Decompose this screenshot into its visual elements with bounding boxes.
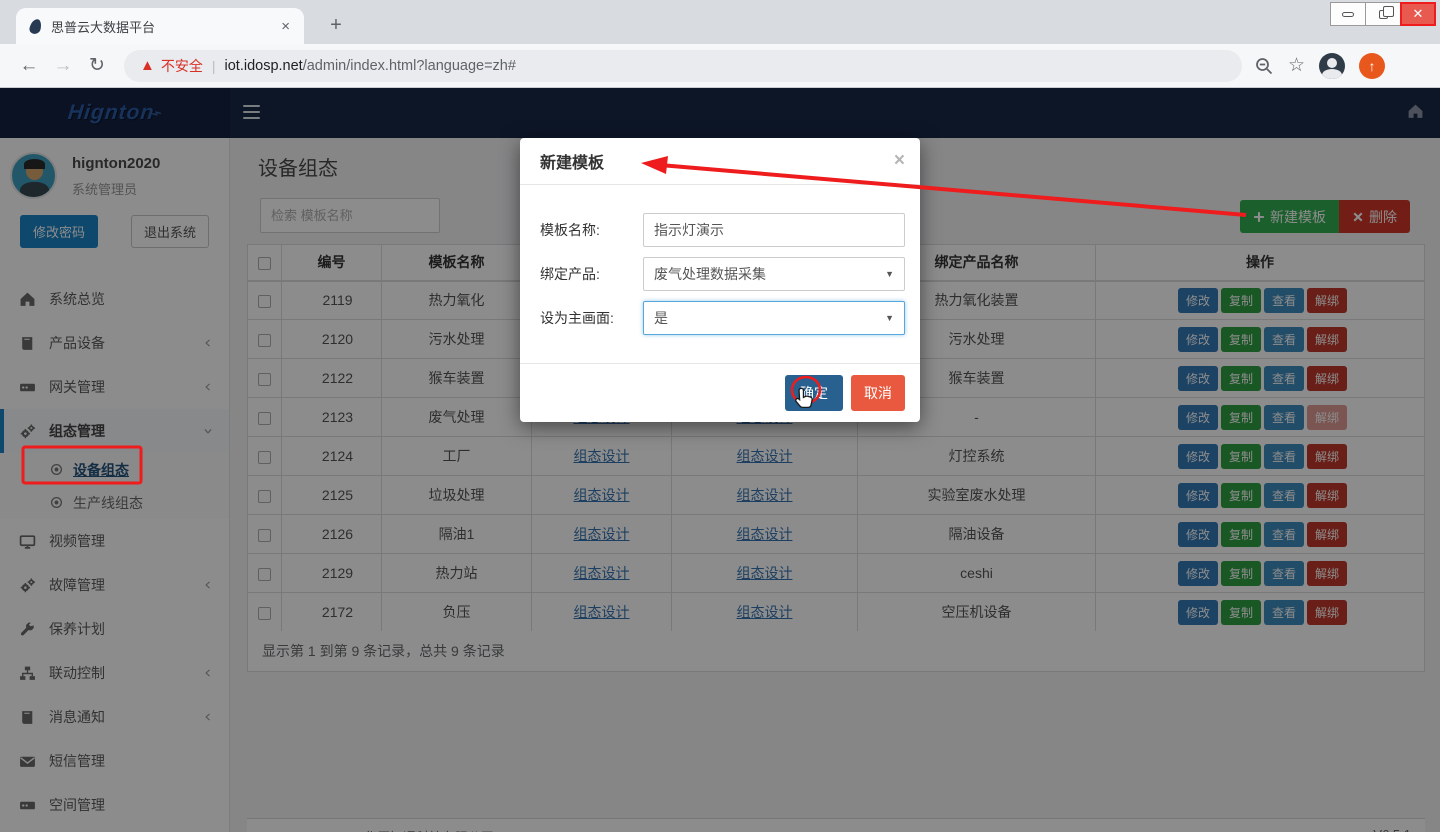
url-path: /admin/index.html?language=zh# bbox=[303, 58, 516, 74]
close-window-button[interactable]: ✕ bbox=[1400, 2, 1436, 26]
main-screen-select[interactable]: 是 ▼ bbox=[643, 301, 905, 335]
browser-profile-icon[interactable] bbox=[1319, 53, 1345, 79]
template-name-input[interactable] bbox=[643, 213, 905, 247]
template-name-label: 模板名称: bbox=[540, 220, 643, 240]
restore-icon bbox=[1379, 10, 1388, 19]
window-controls: ✕ bbox=[1331, 2, 1436, 26]
modal-close-icon[interactable]: × bbox=[894, 150, 905, 172]
reload-button[interactable]: ↻ bbox=[80, 54, 114, 77]
cancel-button[interactable]: 取消 bbox=[851, 375, 905, 411]
tab-close-icon[interactable]: × bbox=[277, 18, 294, 35]
main-screen-label: 设为主画面: bbox=[540, 308, 643, 328]
bind-product-select[interactable]: 废气处理数据采集 ▼ bbox=[643, 257, 905, 291]
new-tab-button[interactable]: + bbox=[322, 12, 350, 40]
restore-button[interactable] bbox=[1365, 2, 1401, 26]
not-secure-icon: ▲ bbox=[140, 57, 155, 74]
bookmark-star-icon[interactable]: ☆ bbox=[1288, 54, 1305, 77]
tab-title: 思普云大数据平台 bbox=[51, 17, 277, 36]
browser-tab[interactable]: 思普云大数据平台 × bbox=[16, 8, 304, 44]
address-bar[interactable]: ▲ 不安全 | iot.idosp.net/admin/index.html?l… bbox=[124, 50, 1242, 82]
tab-strip: 思普云大数据平台 × + ✕ bbox=[0, 0, 1440, 44]
chevron-down-icon: ▼ bbox=[885, 269, 894, 279]
browser-toolbar: ← → ↻ ▲ 不安全 | iot.idosp.net/admin/index.… bbox=[0, 44, 1440, 88]
back-button[interactable]: ← bbox=[12, 55, 46, 77]
not-secure-label[interactable]: 不安全 bbox=[161, 56, 203, 76]
modal-title: 新建模板 bbox=[540, 149, 894, 173]
url-host: iot.idosp.net bbox=[225, 58, 303, 74]
browser-chrome: 思普云大数据平台 × + ✕ ← → ↻ ▲ 不安全 | iot.idosp.n… bbox=[0, 0, 1440, 88]
confirm-button[interactable]: 确定 bbox=[785, 375, 843, 411]
new-template-modal: 新建模板 × 模板名称: 绑定产品: 废气处理数据采集 ▼ 设为主画面: 是 ▼ bbox=[520, 138, 920, 422]
app-window: Hignton ⌁ hignton2020 系统管理员 修改密码 退出系统 系统… bbox=[0, 88, 1440, 832]
minimize-icon bbox=[1342, 12, 1354, 17]
url-separator: | bbox=[212, 58, 216, 74]
bind-product-label: 绑定产品: bbox=[540, 264, 643, 284]
browser-update-icon[interactable]: ↑ bbox=[1359, 53, 1385, 79]
minimize-button[interactable] bbox=[1330, 2, 1366, 26]
forward-button[interactable]: → bbox=[46, 55, 80, 77]
tab-favicon bbox=[29, 18, 43, 35]
page-zoom-icon[interactable] bbox=[1254, 56, 1274, 76]
chevron-down-icon: ▼ bbox=[885, 313, 894, 323]
